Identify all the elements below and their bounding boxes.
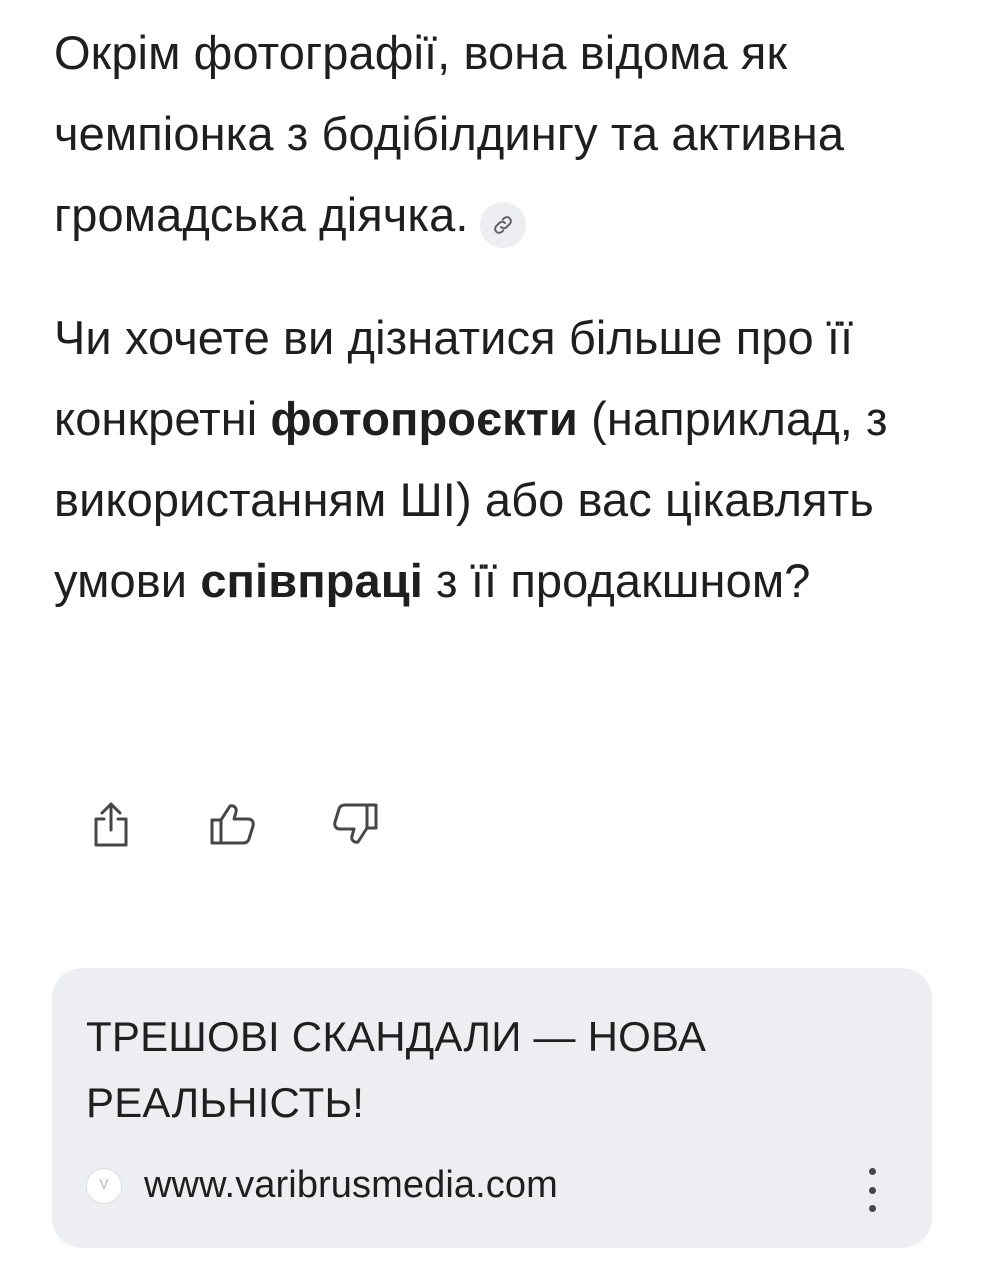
thumbs-down-icon (333, 803, 378, 844)
card-source[interactable]: V www.varibrusmedia.com (86, 1164, 558, 1207)
paragraph-text: Окрім фотографії, вона відома як чемпіон… (54, 26, 845, 241)
card-title[interactable]: ТРЕШОВІ СКАНДАЛИ — НОВА РЕАЛЬНІСТЬ! (86, 1004, 866, 1136)
response-paragraph: Окрім фотографії, вона відома як чемпіон… (54, 12, 944, 255)
link-icon (494, 216, 513, 234)
response-text: Окрім фотографії, вона відома як чемпіон… (54, 12, 944, 621)
thumbs-up-icon (210, 804, 255, 845)
thumbs-down-button[interactable] (330, 796, 380, 852)
follow-up-question: Чи хочете ви дізнатися більше про її кон… (54, 297, 944, 621)
response-actions (86, 796, 452, 852)
sponsored-card[interactable]: ТРЕШОВІ СКАНДАЛИ — НОВА РЕАЛЬНІСТЬ! V ww… (52, 968, 932, 1248)
more-options-button[interactable] (860, 1168, 884, 1212)
site-favicon-icon: V (86, 1167, 122, 1204)
source-domain[interactable]: www.varibrusmedia.com (144, 1164, 558, 1207)
share-icon (94, 802, 128, 847)
more-vert-dot (868, 1205, 876, 1212)
more-vert-icon (868, 1168, 876, 1175)
share-button[interactable] (86, 796, 136, 852)
bold-term-photoprojects: фотопроєкти (270, 392, 578, 445)
bold-term-cooperation: співпраці (200, 554, 423, 607)
source-link-chip[interactable] (480, 202, 527, 248)
more-vert-dot (868, 1186, 876, 1194)
thumbs-up-button[interactable] (208, 796, 258, 852)
question-text-3: з її продакшном? (422, 554, 811, 607)
